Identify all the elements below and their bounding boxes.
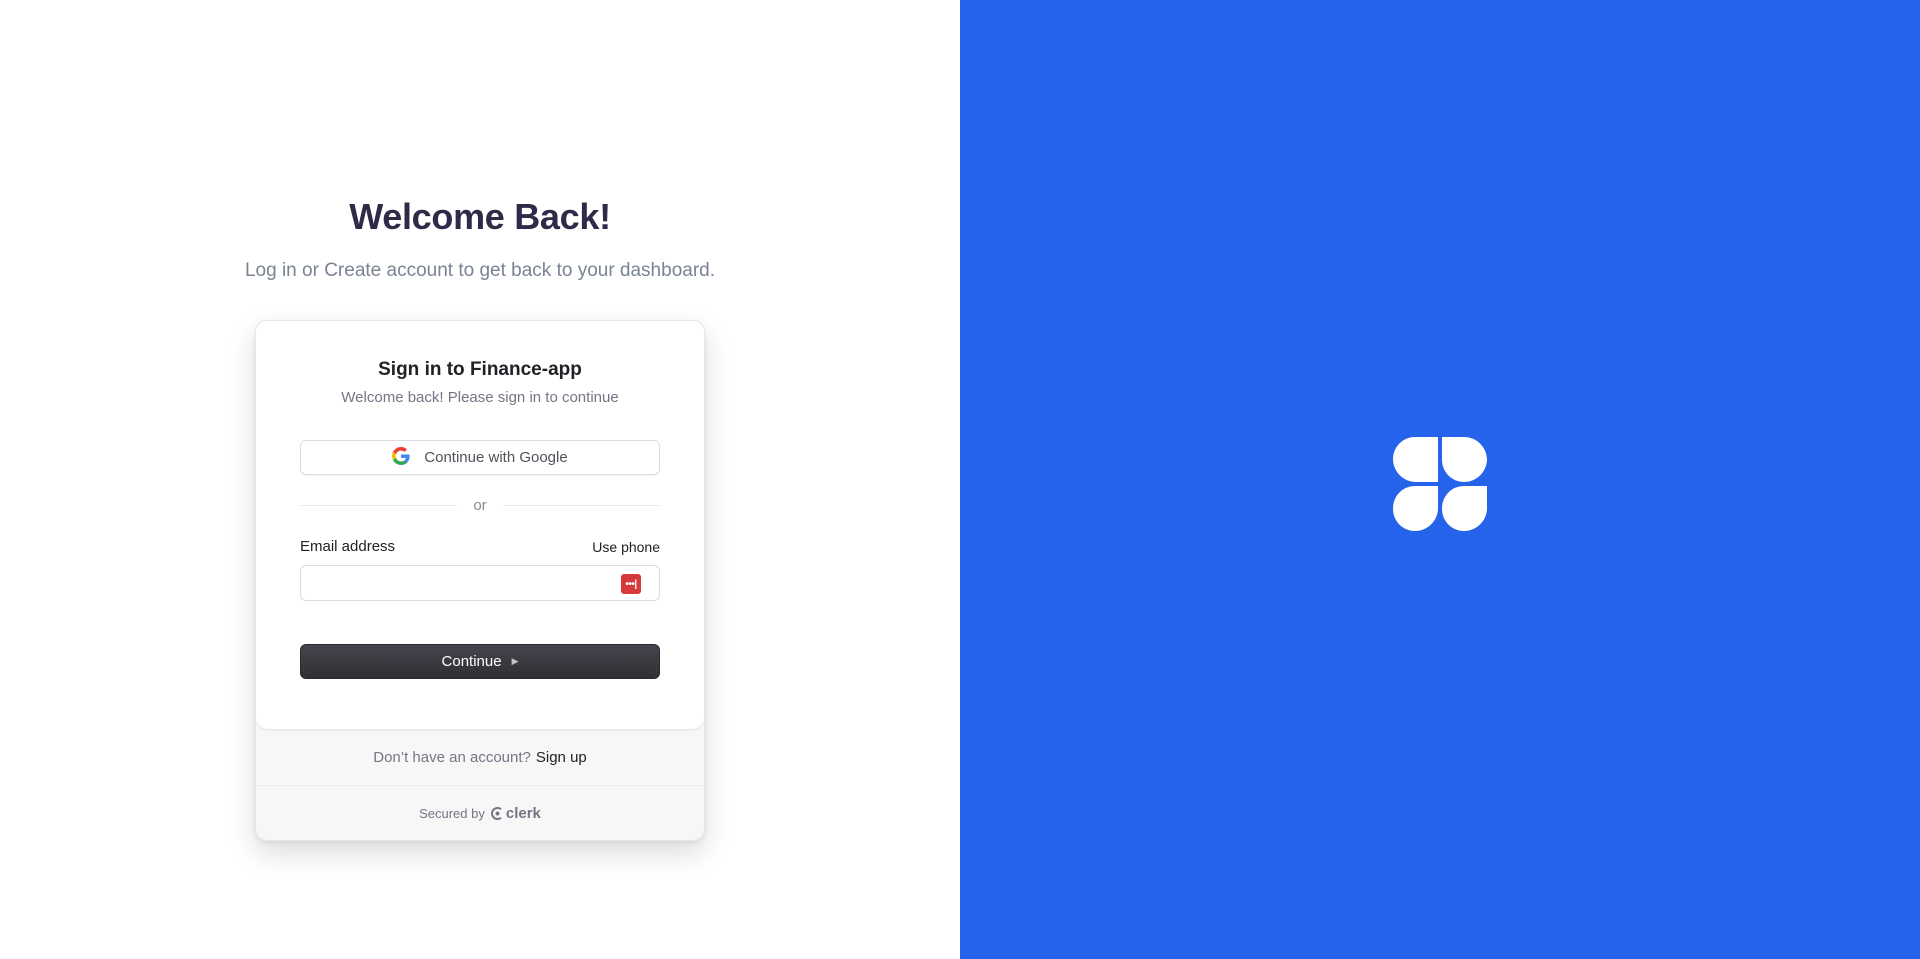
secured-by-text: Secured by <box>419 806 485 821</box>
email-field: •••| <box>300 565 660 601</box>
continue-button-label: Continue <box>441 653 502 670</box>
divider-line-right <box>502 505 660 506</box>
continue-with-google-button[interactable]: Continue with Google <box>300 440 660 475</box>
email-input[interactable] <box>301 566 659 600</box>
heading-block: Welcome Back! Log in or Create account t… <box>0 196 960 282</box>
card-subtitle: Welcome back! Please sign in to continue <box>341 389 619 406</box>
page-title: Welcome Back! <box>349 196 611 237</box>
triangle-right-icon: ▶ <box>511 656 519 666</box>
signin-card-main: Sign in to Finance-app Welcome back! Ple… <box>256 321 704 730</box>
google-icon <box>392 446 410 469</box>
page-subtitle: Log in or Create account to get back to … <box>244 260 716 281</box>
google-button-label: Continue with Google <box>424 449 568 466</box>
clerk-brand-text: clerk <box>505 805 541 822</box>
secured-by-footer: Secured by clerk <box>256 786 704 840</box>
email-label: Email address <box>300 538 396 555</box>
or-divider: or <box>300 497 660 514</box>
clerk-logo[interactable]: clerk <box>490 805 541 822</box>
password-manager-icon[interactable]: •••| <box>621 574 641 594</box>
divider-line-left <box>300 505 458 506</box>
no-account-text: Don’t have an account? <box>373 749 531 766</box>
clerk-logo-icon <box>490 807 502 820</box>
sign-up-link[interactable]: Sign up <box>536 749 587 766</box>
email-field-header: Email address Use phone <box>300 538 660 555</box>
card-title: Sign in to Finance-app <box>378 359 582 380</box>
continue-button[interactable]: Continue ▶ <box>300 644 660 679</box>
brand-logo-icon <box>1393 437 1487 531</box>
use-phone-link[interactable]: Use phone <box>592 539 660 555</box>
signin-card: Sign in to Finance-app Welcome back! Ple… <box>255 320 705 841</box>
divider-text: or <box>473 497 487 514</box>
auth-pane: Welcome Back! Log in or Create account t… <box>0 0 960 959</box>
brand-panel <box>960 0 1920 959</box>
signup-footer: Don’t have an account? Sign up <box>256 730 704 786</box>
